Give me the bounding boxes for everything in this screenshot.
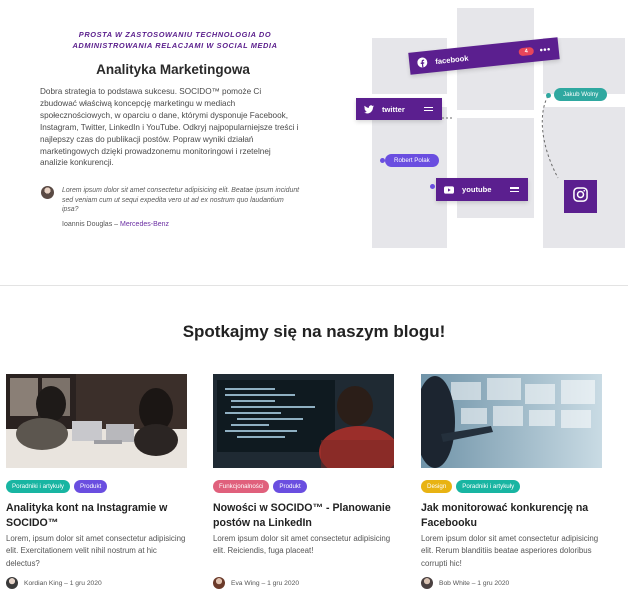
youtube-icon xyxy=(444,185,454,195)
blog-card-tags: Funkcjonalności Produkt xyxy=(213,480,307,493)
testimonial-avatar xyxy=(41,186,54,199)
testimonial-author-name: Ioannis Douglas xyxy=(62,221,113,228)
author-name: Bob White xyxy=(439,579,470,587)
blog-card[interactable]: Design Poradniki i artykuły Jak monitoro… xyxy=(421,374,603,610)
facebook-label: facebook xyxy=(434,53,469,66)
tag-badge[interactable]: Produkt xyxy=(73,480,108,493)
youtube-label: youtube xyxy=(462,185,492,194)
twitter-label: twitter xyxy=(382,104,405,114)
blog-card-meta: Bob White – 1 gru 2020 xyxy=(421,577,509,589)
twitter-card: twitter xyxy=(356,98,442,120)
blog-card[interactable]: Poradniki i artykuły Produkt Analityka k… xyxy=(6,374,188,610)
testimonial-quote: Lorem ipsum dolor sit amet consectetur a… xyxy=(62,187,300,214)
post-date: 1 gru 2020 xyxy=(69,579,102,587)
blog-card-excerpt: Lorem ipsum dolor sit amet consectetur a… xyxy=(421,534,599,568)
instagram-tile xyxy=(564,180,597,213)
hero-description: Dobra strategia to podstawa sukcesu. SOC… xyxy=(40,87,299,168)
menu-icon xyxy=(424,106,433,112)
author-name: Eva Wing xyxy=(231,579,260,587)
user-dot xyxy=(546,93,551,98)
social-media-illustration: facebook 4 ••• twitter youtube Jakub Wol… xyxy=(356,0,628,260)
author-avatar xyxy=(421,577,433,589)
blog-card-title[interactable]: Nowości w SOCIDO™ - Planowanie postów na… xyxy=(213,501,395,530)
facebook-icon xyxy=(417,57,428,68)
blog-card-title[interactable]: Jak monitorować konkurencję na Facebooku xyxy=(421,501,603,530)
tag-badge[interactable]: Poradniki i artykuły xyxy=(6,480,70,493)
meta-separator: – xyxy=(259,579,268,587)
blog-card-image[interactable] xyxy=(213,374,394,468)
blog-card-meta: Eva Wing – 1 gru 2020 xyxy=(213,577,299,589)
blog-card-tags: Design Poradniki i artykuły xyxy=(421,480,521,493)
meta-separator: – xyxy=(62,579,70,587)
testimonial-author: Ioannis Douglas – Mercedes-Benz xyxy=(62,221,169,228)
user-dot xyxy=(430,184,435,189)
post-date: 1 gru 2020 xyxy=(477,579,510,587)
tag-badge[interactable]: Poradniki i artykuły xyxy=(456,480,521,493)
blog-card-excerpt: Lorem ipsum dolor sit amet consectetur a… xyxy=(213,534,391,556)
more-options-icon: ••• xyxy=(539,44,552,56)
tag-badge[interactable]: Design xyxy=(421,480,453,493)
author-name: Kordian King xyxy=(24,579,63,587)
blog-card-image[interactable] xyxy=(421,374,602,468)
blog-card-title[interactable]: Analityka kont na Instagramie w SOCIDO™ xyxy=(6,501,188,530)
user-pill-jakub: Jakub Wolny xyxy=(554,88,608,101)
author-avatar xyxy=(6,577,18,589)
testimonial-company-link[interactable]: Mercedes-Benz xyxy=(120,221,169,228)
youtube-card: youtube xyxy=(436,178,528,201)
blog-card-tags: Poradniki i artykuły Produkt xyxy=(6,480,108,493)
user-pill-robert: Robert Polak xyxy=(385,154,439,167)
hero-tagline: Prosta w zastosowaniu technologia do adm… xyxy=(72,30,278,50)
blog-card-image[interactable] xyxy=(6,374,187,468)
instagram-icon xyxy=(573,186,588,207)
post-date: 1 gru 2020 xyxy=(267,579,300,587)
section-divider xyxy=(0,285,628,286)
blog-card-excerpt: Lorem, ipsum dolor sit amet consectetur … xyxy=(6,534,186,568)
hero-title: Analityka Marketingowa xyxy=(96,62,250,77)
author-avatar xyxy=(213,577,225,589)
tag-badge[interactable]: Funkcjonalności xyxy=(213,480,270,493)
twitter-icon xyxy=(364,104,374,114)
connector-lines xyxy=(430,95,559,179)
blog-section-title: Spotkajmy się na naszym blogu! xyxy=(182,322,446,341)
blog-card[interactable]: Funkcjonalności Produkt Nowości w SOCIDO… xyxy=(213,374,395,610)
tag-badge[interactable]: Produkt xyxy=(273,480,307,493)
blog-card-meta: Kordian King – 1 gru 2020 xyxy=(6,577,102,589)
testimonial-separator: – xyxy=(112,221,120,228)
notification-badge: 4 xyxy=(518,46,535,57)
menu-icon xyxy=(510,187,519,192)
